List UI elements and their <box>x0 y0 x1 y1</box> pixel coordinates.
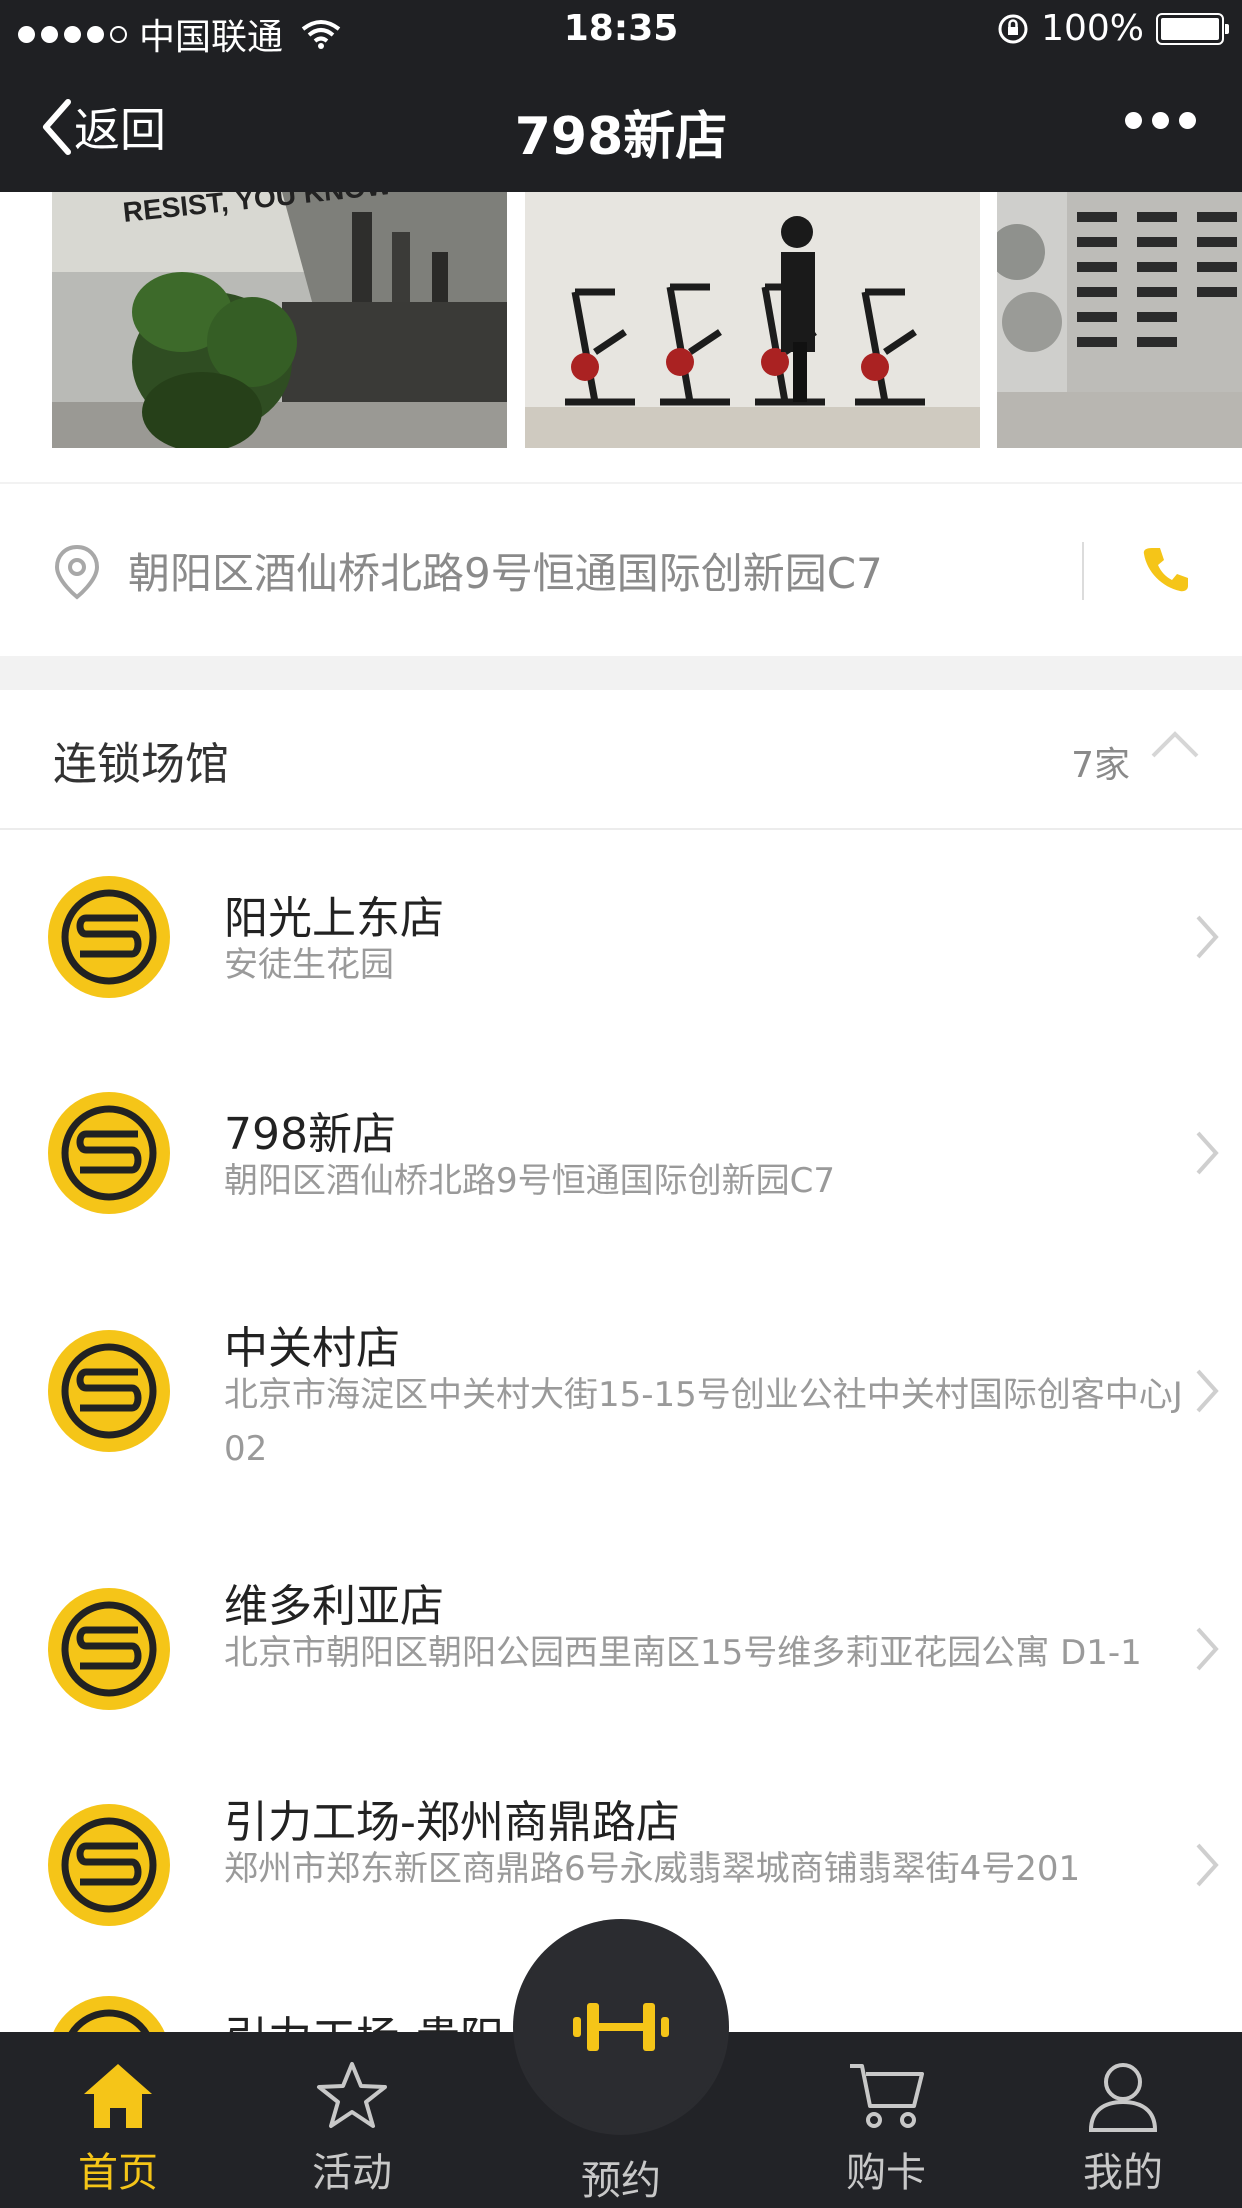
venue-address: 北京市海淀区中关村大街15-15号创业公社中关村国际创客中心J02 <box>224 1375 1183 1469</box>
book-button[interactable] <box>516 1922 726 2132</box>
battery-icon <box>1156 12 1229 45</box>
venue-name: 引力工场-郑州商鼎路店 <box>224 1797 680 1848</box>
tab-label: 购卡 <box>846 2150 926 2196</box>
tab-label: 我的 <box>1083 2150 1163 2196</box>
dumbbell-icon <box>573 2003 669 2051</box>
tab-book[interactable]: 预约 <box>541 2148 701 2206</box>
more-dot <box>1152 112 1169 129</box>
location-pin-icon <box>54 544 100 600</box>
venue-list-item[interactable]: 阳光上东店 安徒生花园 <box>0 832 1242 1048</box>
chevron-right-icon <box>1196 915 1219 959</box>
user-icon <box>1088 2063 1158 2132</box>
tab-label: 首页 <box>78 2150 158 2196</box>
page-title: 798新店 <box>514 107 728 167</box>
store-address-row[interactable]: 朝阳区酒仙桥北路9号恒通国际创新园C7 <box>0 484 1242 656</box>
home-icon <box>84 2064 152 2128</box>
venue-address: 安徒生花园 <box>224 945 394 985</box>
venue-name: 798新店 <box>224 1109 396 1160</box>
venue-list-item[interactable]: 维多利亚店 北京市朝阳区朝阳公园西里南区15号维多莉亚花园公寓 D1-1 <box>0 1520 1242 1736</box>
venue-address: 北京市朝阳区朝阳公园西里南区15号维多莉亚花园公寓 D1-1 <box>224 1633 1142 1673</box>
venue-name: 中关村店 <box>224 1323 400 1374</box>
store-address: 朝阳区酒仙桥北路9号恒通国际创新园C7 <box>128 549 883 598</box>
chain-venues-header[interactable]: 连锁场馆 7家 <box>0 690 1242 830</box>
orientation-lock-icon <box>998 14 1028 43</box>
store-photo[interactable] <box>997 192 1242 448</box>
brand-logo-icon <box>48 876 170 998</box>
tab-cart[interactable]: 购卡 <box>806 2060 966 2198</box>
venue-list-item[interactable]: 中关村店 北京市海淀区中关村大街15-15号创业公社中关村国际创客中心J02 <box>0 1262 1242 1520</box>
store-photo[interactable]: RESIST, YOU KNOW <box>52 192 507 448</box>
chevron-up-icon[interactable] <box>1150 730 1200 760</box>
venue-address: 朝阳区酒仙桥北路9号恒通国际创新园C7 <box>224 1161 836 1201</box>
phone-icon[interactable] <box>1140 544 1190 594</box>
chevron-right-icon <box>1196 1369 1219 1413</box>
brand-logo-icon <box>48 1804 170 1926</box>
store-photo-gallery[interactable]: RESIST, YOU KNOW <box>0 192 1242 482</box>
brand-logo-icon <box>48 1588 170 1710</box>
cart-icon <box>850 2064 924 2128</box>
venue-address: 郑州市郑东新区商鼎路6号永威翡翠城商铺翡翠街4号201 <box>224 1849 1081 1889</box>
tab-label: 预约 <box>581 2158 661 2204</box>
more-dot <box>1125 112 1142 129</box>
store-photo[interactable] <box>525 192 980 448</box>
divider <box>1082 542 1084 600</box>
venue-list-item[interactable]: 引力工场-郑州商鼎路店 郑州市郑东新区商鼎路6号永威翡翠城商铺翡翠街4号201 <box>0 1736 1242 1952</box>
chevron-right-icon <box>1196 1131 1219 1175</box>
venue-name: 维多利亚店 <box>224 1581 444 1632</box>
status-bar: 中国联通 18:35 100% <box>0 0 1242 64</box>
tab-label: 活动 <box>312 2150 392 2196</box>
brand-logo-icon <box>48 1330 170 1452</box>
more-dot <box>1179 112 1196 129</box>
chevron-right-icon <box>1196 1843 1219 1887</box>
venue-count: 7家 <box>1071 745 1130 786</box>
status-right: 100% <box>997 8 1229 49</box>
section-title: 连锁场馆 <box>53 739 229 790</box>
venue-list-item[interactable]: 798新店 朝阳区酒仙桥北路9号恒通国际创新园C7 <box>0 1048 1242 1262</box>
more-options-button[interactable] <box>1125 112 1196 129</box>
battery-percent: 100% <box>1041 8 1144 49</box>
brand-logo-icon <box>48 1092 170 1214</box>
tab-mine[interactable]: 我的 <box>1043 2060 1203 2198</box>
venue-name: 阳光上东店 <box>224 893 444 944</box>
chevron-right-icon <box>1196 1627 1219 1671</box>
tab-home[interactable]: 首页 <box>38 2060 198 2198</box>
star-icon <box>317 2062 387 2128</box>
tab-activity[interactable]: 活动 <box>272 2060 432 2198</box>
navigation-bar: 返回 798新店 <box>0 64 1242 192</box>
